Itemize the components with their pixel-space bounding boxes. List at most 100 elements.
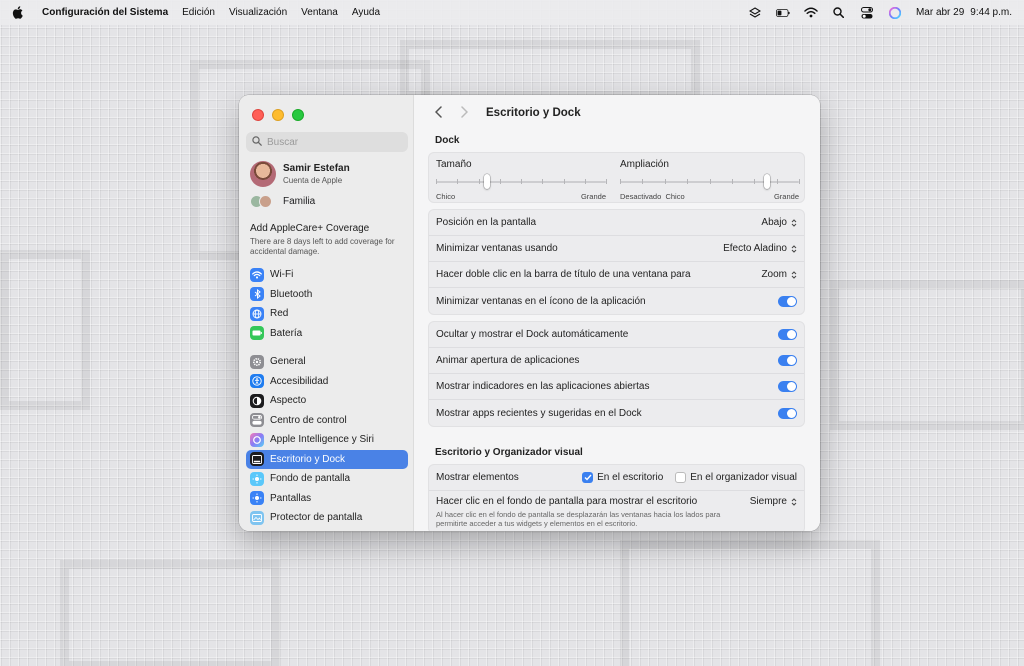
slider-tick bbox=[709, 179, 711, 184]
sidebar-item-apple-intelligence[interactable]: Apple Intelligence y Siri bbox=[246, 430, 408, 450]
accessibility-icon bbox=[250, 374, 264, 389]
on-desktop-checkbox[interactable] bbox=[582, 472, 594, 483]
wallpaper-shape bbox=[0, 250, 90, 410]
sidebar-item-label: Centro de control bbox=[270, 414, 347, 426]
row-ocultar-dock: Ocultar y mostrar el Dock automáticament… bbox=[429, 322, 804, 348]
wifi-icon bbox=[250, 267, 264, 282]
minimize-effect-select[interactable]: Efecto Aladino bbox=[723, 243, 797, 254]
avatar bbox=[250, 161, 276, 187]
click-wallpaper-select[interactable]: Siempre bbox=[750, 496, 797, 507]
window-controls bbox=[252, 109, 304, 121]
sidebar-item-accesibilidad[interactable]: Accesibilidad bbox=[246, 372, 408, 392]
sidebar-item-label: Apple Intelligence y Siri bbox=[270, 434, 374, 446]
apple-menu-icon[interactable] bbox=[12, 6, 30, 19]
row-label: Minimizar ventanas en el ícono de la apl… bbox=[436, 295, 646, 307]
row-label: Hacer doble clic en la barra de título d… bbox=[436, 269, 691, 280]
sidebar-item-fondo-de-pantalla[interactable]: Fondo de pantalla bbox=[246, 469, 408, 489]
wallpaper-shape bbox=[830, 280, 1024, 430]
menubar-time[interactable]: 9:44 p.m. bbox=[970, 7, 1012, 18]
minimize-window-button[interactable] bbox=[272, 109, 284, 121]
minimize-into-icon-toggle[interactable] bbox=[778, 295, 797, 307]
sidebar-item-label: Accesibilidad bbox=[270, 375, 329, 387]
slider-tick bbox=[620, 179, 621, 184]
autohide-dock-toggle[interactable] bbox=[778, 329, 797, 340]
size-min-label: Chico bbox=[436, 192, 456, 201]
slider-tick bbox=[542, 179, 544, 184]
sidebar-item-bateria[interactable]: Batería bbox=[246, 324, 408, 344]
siri-icon bbox=[250, 432, 264, 447]
slider-tick bbox=[478, 179, 480, 184]
search-field[interactable]: Buscar bbox=[246, 132, 408, 152]
sidebar-item-pantallas[interactable]: Pantallas bbox=[246, 489, 408, 509]
position-select[interactable]: Abajo bbox=[761, 217, 797, 228]
slider-tick bbox=[436, 179, 437, 184]
bluetooth-icon bbox=[250, 287, 264, 302]
menu-bar: Configuración del Sistema Edición Visual… bbox=[0, 0, 1024, 25]
menubar-date[interactable]: Mar abr 29 bbox=[916, 7, 964, 18]
applecare-title: Add AppleCare+ Coverage bbox=[250, 223, 370, 234]
magnify-mid-label: Chico bbox=[665, 192, 685, 201]
row-label: Minimizar ventanas usando bbox=[436, 243, 558, 254]
animate-opening-toggle[interactable] bbox=[778, 355, 797, 366]
menu-app-name[interactable]: Configuración del Sistema bbox=[42, 7, 168, 18]
double-click-select[interactable]: Zoom bbox=[761, 269, 797, 280]
sidebar-group-system: General Accesibilidad Aspecto Centro de … bbox=[246, 352, 408, 528]
magnify-max-label: Grande bbox=[773, 192, 799, 201]
recent-apps-toggle[interactable] bbox=[778, 407, 797, 419]
siri-status-icon[interactable] bbox=[888, 6, 902, 19]
sidebar-item-wifi[interactable]: Wi-Fi bbox=[246, 265, 408, 285]
chevron-left-icon bbox=[434, 105, 442, 121]
sidebar-item-red[interactable]: Red bbox=[246, 304, 408, 324]
size-slider-thumb[interactable] bbox=[484, 174, 490, 189]
account-subtitle: Cuenta de Apple bbox=[283, 176, 343, 185]
updown-chevron-icon bbox=[790, 243, 797, 254]
magnify-slider-thumb[interactable] bbox=[763, 174, 770, 189]
wifi-status-icon[interactable] bbox=[804, 7, 818, 19]
maximize-window-button[interactable] bbox=[292, 109, 304, 121]
sidebar-item-label: Red bbox=[270, 308, 289, 320]
applecare-promo[interactable]: Add AppleCare+ Coverage There are 8 days… bbox=[250, 223, 408, 257]
menu-ventana[interactable]: Ventana bbox=[301, 7, 338, 18]
row-indicadores: Mostrar indicadores en las aplicaciones … bbox=[429, 374, 804, 400]
forward-button[interactable] bbox=[454, 103, 474, 123]
search-icon bbox=[252, 135, 262, 149]
slider-tick bbox=[499, 179, 501, 184]
close-window-button[interactable] bbox=[252, 109, 264, 121]
row-label: Ocultar y mostrar el Dock automáticament… bbox=[436, 329, 629, 340]
account-name: Samir Estefan bbox=[283, 163, 350, 174]
sidebar-item-general[interactable]: General bbox=[246, 352, 408, 372]
back-button[interactable] bbox=[428, 103, 448, 123]
menu-visualizacion[interactable]: Visualización bbox=[229, 7, 287, 18]
control-center-status-icon[interactable] bbox=[860, 6, 874, 19]
family-item[interactable]: Familia bbox=[250, 194, 315, 208]
slider-tick bbox=[799, 179, 800, 184]
layers-icon[interactable] bbox=[748, 6, 762, 19]
in-stage-manager-label: En el organizador visual bbox=[690, 472, 797, 483]
screensaver-icon bbox=[250, 510, 264, 525]
slider-tick bbox=[521, 179, 522, 184]
row-label: Posición en la pantalla bbox=[436, 217, 537, 228]
magnify-slider-box: Ampliación Desactivado Chico Grande bbox=[620, 159, 800, 201]
spotlight-search-icon[interactable] bbox=[832, 7, 846, 19]
slider-tick bbox=[776, 179, 778, 184]
sidebar-item-label: Batería bbox=[270, 327, 303, 339]
menu-edicion[interactable]: Edición bbox=[182, 7, 215, 18]
magnify-slider[interactable] bbox=[620, 174, 800, 189]
sidebar-item-bluetooth[interactable]: Bluetooth bbox=[246, 285, 408, 305]
menu-ayuda[interactable]: Ayuda bbox=[352, 7, 380, 18]
sidebar-item-aspecto[interactable]: Aspecto bbox=[246, 391, 408, 411]
control-center-icon bbox=[250, 413, 264, 428]
row-label: Animar apertura de aplicaciones bbox=[436, 355, 580, 366]
show-items-options: En el escritorio En el organizador visua… bbox=[582, 472, 797, 483]
apple-account-item[interactable]: Samir Estefan Cuenta de Apple bbox=[250, 161, 350, 187]
battery-status-icon[interactable] bbox=[775, 7, 790, 19]
in-stage-manager-checkbox[interactable] bbox=[675, 472, 687, 483]
wallpaper-shape bbox=[620, 540, 880, 666]
size-slider[interactable] bbox=[436, 174, 607, 189]
sidebar-item-protector-de-pantalla[interactable]: Protector de pantalla bbox=[246, 508, 408, 528]
show-indicators-toggle[interactable] bbox=[778, 381, 797, 392]
sidebar-item-escritorio-y-dock[interactable]: Escritorio y Dock bbox=[246, 449, 408, 469]
sidebar-item-centro-de-control[interactable]: Centro de control bbox=[246, 411, 408, 431]
dock-size-group: Tamaño Chico Grande Ampliación Desactiva… bbox=[428, 152, 805, 203]
slider-tick bbox=[687, 179, 689, 184]
